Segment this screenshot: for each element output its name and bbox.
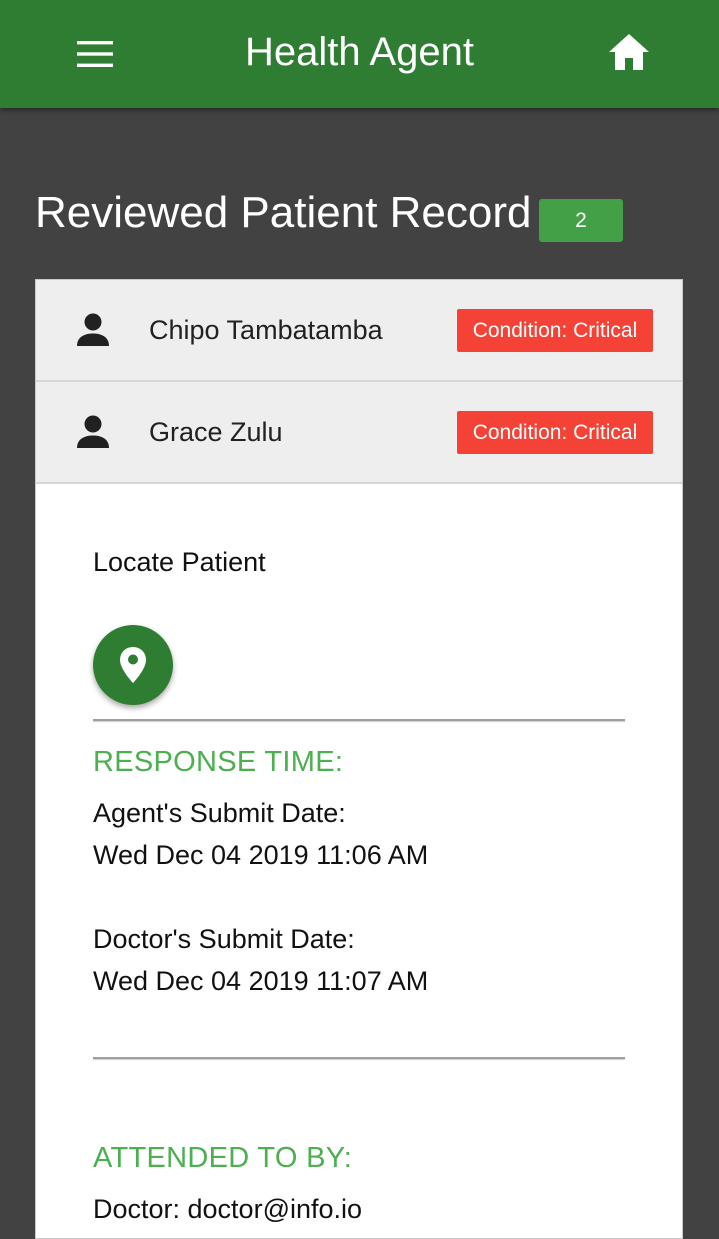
home-button[interactable]	[598, 24, 660, 82]
patient-name: Chipo Tambatamba	[149, 315, 383, 345]
condition-badge: Condition: Critical	[457, 411, 653, 454]
attended-to-by-heading: ATTENDED TO BY:	[93, 1142, 353, 1174]
patient-record-card: Chipo Tambatamba Condition: Critical Gra…	[35, 279, 683, 1239]
person-icon	[77, 415, 109, 448]
record-count-badge: 2	[539, 199, 623, 242]
app-bar: Health Agent	[0, 0, 719, 108]
agent-submit-date: Wed Dec 04 2019 11:06 AM	[93, 840, 429, 870]
map-pin-icon	[120, 647, 146, 683]
agent-submit-label: Agent's Submit Date:	[93, 798, 346, 828]
locate-patient-label: Locate Patient	[93, 547, 266, 577]
condition-badge: Condition: Critical	[457, 309, 653, 352]
divider	[93, 1057, 625, 1059]
patient-name: Grace Zulu	[149, 417, 283, 447]
divider	[93, 719, 625, 721]
person-icon	[77, 313, 109, 346]
response-time-heading: RESPONSE TIME:	[93, 746, 344, 778]
patient-row-grace-zulu[interactable]: Grace Zulu Condition: Critical	[36, 382, 682, 484]
doctor-submit-label: Doctor's Submit Date:	[93, 924, 355, 954]
doctor-submit-date: Wed Dec 04 2019 11:07 AM	[93, 966, 429, 996]
attending-doctor: Doctor: doctor@info.io	[93, 1194, 363, 1224]
page-title: Reviewed Patient Record	[35, 188, 532, 237]
home-icon	[609, 34, 649, 70]
locate-patient-button[interactable]	[93, 625, 173, 705]
patient-row-chipo-tambatamba[interactable]: Chipo Tambatamba Condition: Critical	[36, 280, 682, 382]
